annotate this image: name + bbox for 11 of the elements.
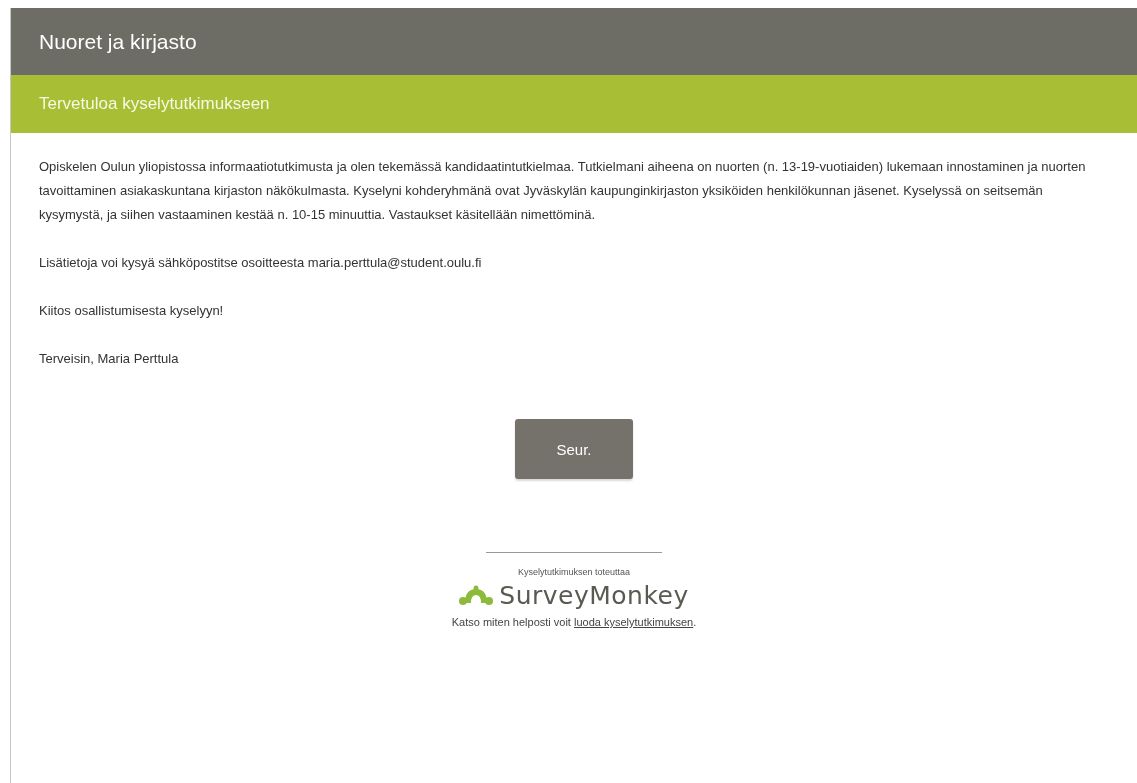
paragraph: Terveisin, Maria Perttula — [39, 350, 180, 368]
paragraph: Kiitos osallistumisesta kyselyyn! — [39, 302, 225, 320]
page-title: Tervetuloa kyselytutkimukseen — [39, 94, 270, 114]
powered-by-text: Kyselytutkimuksen toteuttaa — [517, 567, 631, 577]
paragraph: Lisätietoja voi kysyä sähköpostitse osoitteesta maria.perttula@student.oulu.fi — [39, 254, 483, 272]
logo-wordmark: SurveyMonkey — [499, 581, 689, 610]
next-button[interactable]: Seur. — [515, 419, 633, 479]
paragraph: Opiskelen Oulun yliopistossa informaatiotutkimusta ja olen tekemässä kandidaatintutkielmaa. Tutkielmani aiheena on nuorten (n. 13-19-vuotiaiden) lukemaan innostaminen ja nuorten tavoittaminen asiakaskuntana kirjaston näkökulmasta. Kyselyni kohderyhmänä ovat Jyväskylän kaupunginkirjaston yksiköiden henkilökunnan jäsenet. Kyselyssä on seitsemän kysymystä, ja siihen vastaaminen kestää n. 10-15 minuuttia. Vastaukset käsitellään nimettöminä. — [39, 158, 1087, 224]
monkey-logo-icon — [459, 584, 494, 607]
survey-title: Nuoret ja kirjasto — [39, 29, 197, 54]
footer-text: Katso miten helposti voit luoda kyselytutkimuksen. — [451, 616, 697, 628]
